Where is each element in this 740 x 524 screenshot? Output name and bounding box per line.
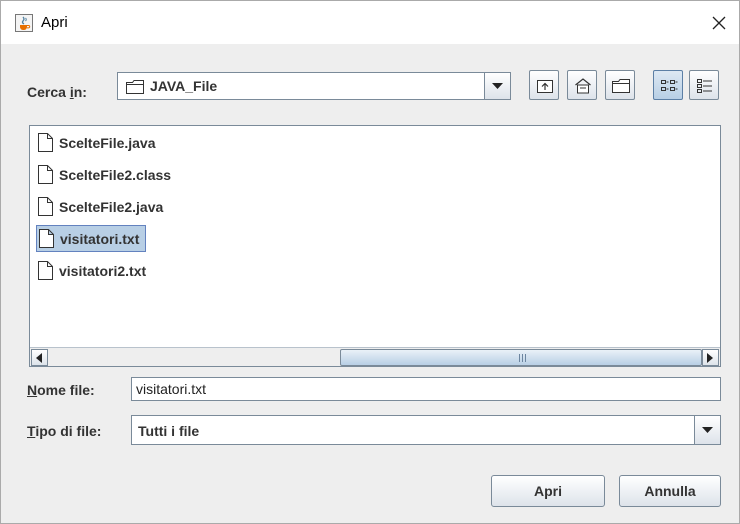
grip-icon [519, 354, 526, 362]
chevron-left-icon [36, 353, 42, 363]
title-bar[interactable]: Apri [1, 1, 739, 44]
file-chooser-dialog: Apri Cerca in: JAVA_File ScelteFile.java… [0, 0, 740, 524]
file-name: ScelteFile2.class [59, 166, 172, 183]
details-view-icon [697, 79, 712, 93]
cancel-button[interactable]: Annulla [619, 475, 721, 507]
file-name-label: Nome file: [27, 382, 95, 398]
chevron-right-icon [707, 353, 713, 363]
file-type-label: Tipo di file: [27, 423, 102, 439]
home-icon [575, 78, 591, 94]
up-one-level-button[interactable] [529, 70, 559, 100]
scroll-left-button[interactable] [31, 349, 48, 366]
look-in-label: Cerca in: [27, 84, 87, 100]
chevron-down-icon [702, 427, 713, 433]
look-in-dropdown-button[interactable] [484, 73, 510, 99]
close-icon[interactable] [705, 9, 733, 37]
scroll-right-button[interactable] [702, 349, 719, 366]
window-title: Apri [41, 14, 68, 31]
file-type-combobox[interactable]: Tutti i file [131, 415, 721, 445]
file-icon [39, 229, 54, 248]
file-item[interactable]: ScelteFile2.class [36, 161, 177, 188]
look-in-value: JAVA_File [150, 78, 218, 94]
horizontal-scrollbar[interactable] [30, 347, 720, 366]
list-view-button[interactable] [653, 70, 683, 100]
chevron-down-icon [492, 83, 503, 89]
file-name-input[interactable] [131, 377, 721, 401]
file-item[interactable]: ScelteFile.java [36, 129, 162, 156]
file-icon [38, 165, 53, 184]
file-type-value: Tutti i file [138, 423, 200, 439]
file-icon [38, 133, 53, 152]
home-button[interactable] [567, 70, 597, 100]
new-folder-icon [612, 79, 630, 93]
java-cup-icon [15, 14, 33, 32]
look-in-combobox[interactable]: JAVA_File [117, 72, 511, 100]
file-type-dropdown-button[interactable] [694, 416, 720, 444]
folder-icon [126, 80, 144, 94]
file-item[interactable]: visitatori2.txt [36, 257, 152, 284]
file-name: visitatori2.txt [59, 262, 147, 279]
list-view-icon [661, 80, 678, 91]
file-item-selected[interactable]: visitatori.txt [36, 225, 147, 252]
new-folder-button[interactable] [605, 70, 635, 100]
open-button[interactable]: Apri [491, 475, 605, 507]
file-item[interactable]: ScelteFile2.java [36, 193, 169, 220]
file-name: ScelteFile2.java [59, 198, 164, 215]
file-list[interactable]: ScelteFile.java ScelteFile2.class Scelte… [29, 125, 721, 367]
up-one-level-icon [537, 80, 553, 93]
file-icon [38, 261, 53, 280]
file-name: ScelteFile.java [59, 134, 156, 151]
file-icon [38, 197, 53, 216]
scrollbar-thumb[interactable] [340, 349, 702, 366]
details-view-button[interactable] [689, 70, 719, 100]
file-name: visitatori.txt [60, 230, 140, 247]
